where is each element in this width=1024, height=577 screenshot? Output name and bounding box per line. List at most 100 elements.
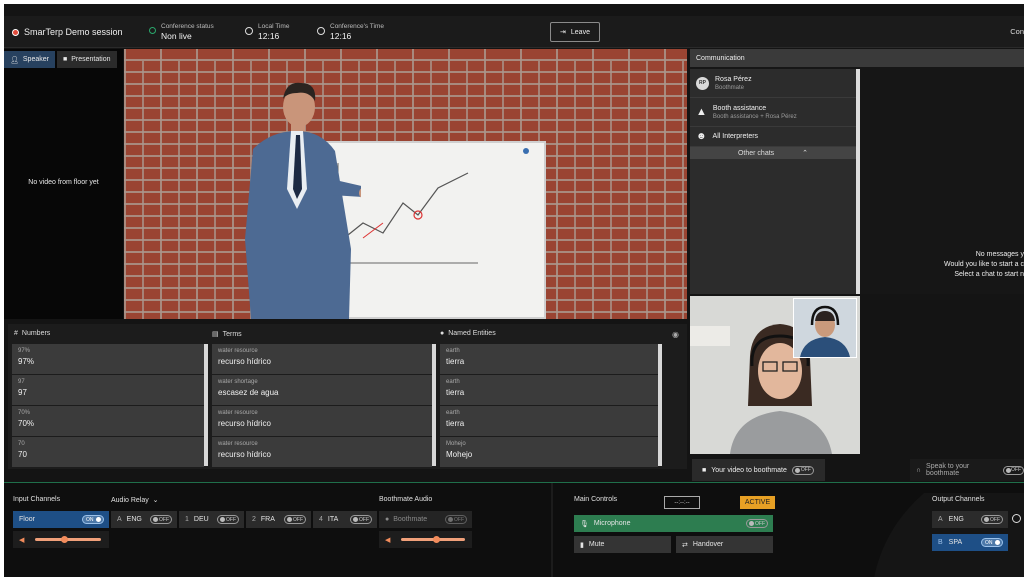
relay-toggle[interactable]: OFF [284, 515, 306, 524]
target-term: Mohejo [446, 450, 473, 459]
terms-scrollbar[interactable] [432, 344, 436, 466]
relay-lang: DEU [193, 516, 209, 523]
speak-toggle[interactable]: OFF [1003, 465, 1024, 475]
floor-volume[interactable]: ◀ [13, 531, 109, 548]
volume-icon: ◀ [19, 536, 25, 544]
camera-icon: ■ [702, 466, 707, 474]
chat-name: Rosa Pérez [715, 75, 752, 83]
local-time-label: Local Time [258, 23, 290, 30]
relay-toggle[interactable]: OFF [150, 515, 172, 524]
floor-volume-knob[interactable] [61, 536, 69, 543]
handover-label: Handover [692, 541, 724, 548]
output-channel-spa[interactable]: B SPA ON [932, 534, 1008, 551]
list-item[interactable]: water resource recurso hídrico [212, 406, 432, 436]
list-item[interactable]: 70 70 [12, 437, 204, 467]
relay-channel-deu[interactable]: 1 DEU OFF [179, 511, 244, 528]
input-channels-label: Input Channels [13, 496, 61, 503]
target-term: 97 [18, 388, 27, 397]
relay-prefix: A [117, 516, 122, 523]
tab-presentation[interactable]: ■ Presentation [56, 51, 117, 68]
output-toggle[interactable]: ON [981, 538, 1003, 547]
eye-icon[interactable]: ◉ [672, 330, 679, 339]
source-term: water resource [218, 348, 258, 354]
output-channel-eng[interactable]: A ENG OFF [932, 511, 1008, 528]
numbers-title: Numbers [21, 330, 51, 337]
chat-list-scrollbar[interactable] [856, 69, 860, 294]
boothmate-audio-channel[interactable]: ● Boothmate OFF [379, 511, 472, 528]
speak-to-boothmate-row[interactable]: ∩ Speak to your boothmate OFF [910, 459, 1024, 481]
audio-relay-label: Audio Relay [111, 497, 149, 504]
relay-channel-eng[interactable]: A ENG OFF [111, 511, 177, 528]
leave-button[interactable]: ⇥ Leave [550, 22, 600, 42]
output-toggle[interactable]: OFF [981, 515, 1003, 524]
entities-scrollbar[interactable] [658, 344, 662, 466]
clock-icon [245, 27, 253, 35]
boothmate-toggle[interactable]: OFF [445, 515, 467, 524]
relay-toggle[interactable]: OFF [217, 515, 239, 524]
numbers-scrollbar[interactable] [204, 344, 208, 466]
relay-toggle[interactable]: OFF [350, 515, 372, 524]
audio-relay-dropdown[interactable]: Audio Relay ⌄ [111, 496, 159, 504]
list-item[interactable]: Mohejo Mohejo [440, 437, 658, 467]
terms-header: ▤ Terms [212, 330, 242, 339]
bottom-controls: Input Channels Floor ON ◀ Audio Relay ⌄ … [4, 482, 1024, 577]
output-radio[interactable] [1012, 514, 1021, 523]
source-term: earth [446, 410, 460, 416]
source-term: 97% [18, 348, 31, 354]
output-channels-label: Output Channels [932, 496, 985, 503]
tab-speaker[interactable]: 👤︎ Speaker [4, 51, 55, 68]
your-video-toggle[interactable]: OFF [791, 465, 814, 475]
chat-item-all-interpreters[interactable]: ☻ All Interpreters [690, 127, 856, 147]
target-term: 97% [18, 357, 35, 366]
communication-title: Communication [690, 49, 1024, 67]
target-term: 70 [18, 450, 27, 459]
terms-column: water resource recurso hídrico water shor… [212, 344, 432, 468]
no-messages-line: Would you like to start a c [943, 261, 1024, 268]
app-window: SmarTerp Demo session Conference status … [4, 4, 1024, 577]
microphone-toggle[interactable]: OFF [746, 519, 768, 528]
list-item[interactable]: 97% 97% [12, 344, 204, 374]
other-chats-toggle[interactable]: Other chats ⌃ [690, 147, 856, 159]
conference-status-value: Non live [161, 31, 192, 41]
floor-toggle[interactable]: ON [82, 515, 104, 524]
status-dot-icon [149, 27, 156, 34]
boothmate-volume[interactable]: ◀ [379, 531, 472, 548]
volume-icon: ◀ [385, 536, 391, 544]
list-item[interactable]: 97 97 [12, 375, 204, 405]
group-icon: ☻ [696, 131, 707, 142]
avatar: RP [696, 76, 709, 90]
chat-item-booth-assistance[interactable]: ▲ Booth assistance Booth assistance + Ro… [690, 98, 856, 127]
list-item[interactable]: water shortage escasez de agua [212, 375, 432, 405]
no-video-message: No video from floor yet [28, 179, 99, 186]
tab-presentation-label: Presentation [71, 56, 111, 63]
relay-lang: ENG [126, 516, 142, 523]
boothmate-volume-knob[interactable] [432, 536, 440, 543]
list-item[interactable]: water resource recurso hídrico [212, 437, 432, 467]
relay-channel-fra[interactable]: 2 FRA OFF [246, 511, 311, 528]
output-prefix: A [938, 516, 943, 523]
chat-item-rosa[interactable]: RP Rosa Pérez Boothmate [690, 69, 856, 98]
relay-channel-ita[interactable]: 4 ITA OFF [313, 511, 377, 528]
list-item[interactable]: earth tierra [440, 406, 658, 436]
list-item[interactable]: earth tierra [440, 344, 658, 374]
relay-prefix: 2 [252, 516, 256, 523]
handover-button[interactable]: ⇄ Handover [676, 536, 773, 553]
target-term: tierra [446, 388, 465, 397]
list-item[interactable]: earth tierra [440, 375, 658, 405]
entities-title: Named Entities [448, 330, 496, 337]
local-time-value: 12:16 [258, 31, 280, 41]
relay-prefix: 1 [185, 516, 189, 523]
output-prefix: B [938, 539, 943, 546]
floor-channel[interactable]: Floor ON [13, 511, 109, 528]
microphone-button[interactable]: 🎙︎ Microphone OFF [574, 515, 773, 532]
your-video-toggle-row[interactable]: ■ Your video to boothmate OFF [692, 459, 825, 481]
other-chats-label: Other chats [737, 149, 775, 157]
mute-button[interactable]: ▮ Mute [574, 536, 671, 553]
source-term: water resource [218, 441, 258, 447]
clock-icon [317, 27, 325, 35]
your-video-label: Your video to boothmate [711, 466, 787, 474]
relay-lang: ITA [327, 516, 339, 523]
list-item[interactable]: 70% 70% [12, 406, 204, 436]
chat-name: Booth assistance [712, 104, 767, 112]
list-item[interactable]: water resource recurso hídrico [212, 344, 432, 374]
